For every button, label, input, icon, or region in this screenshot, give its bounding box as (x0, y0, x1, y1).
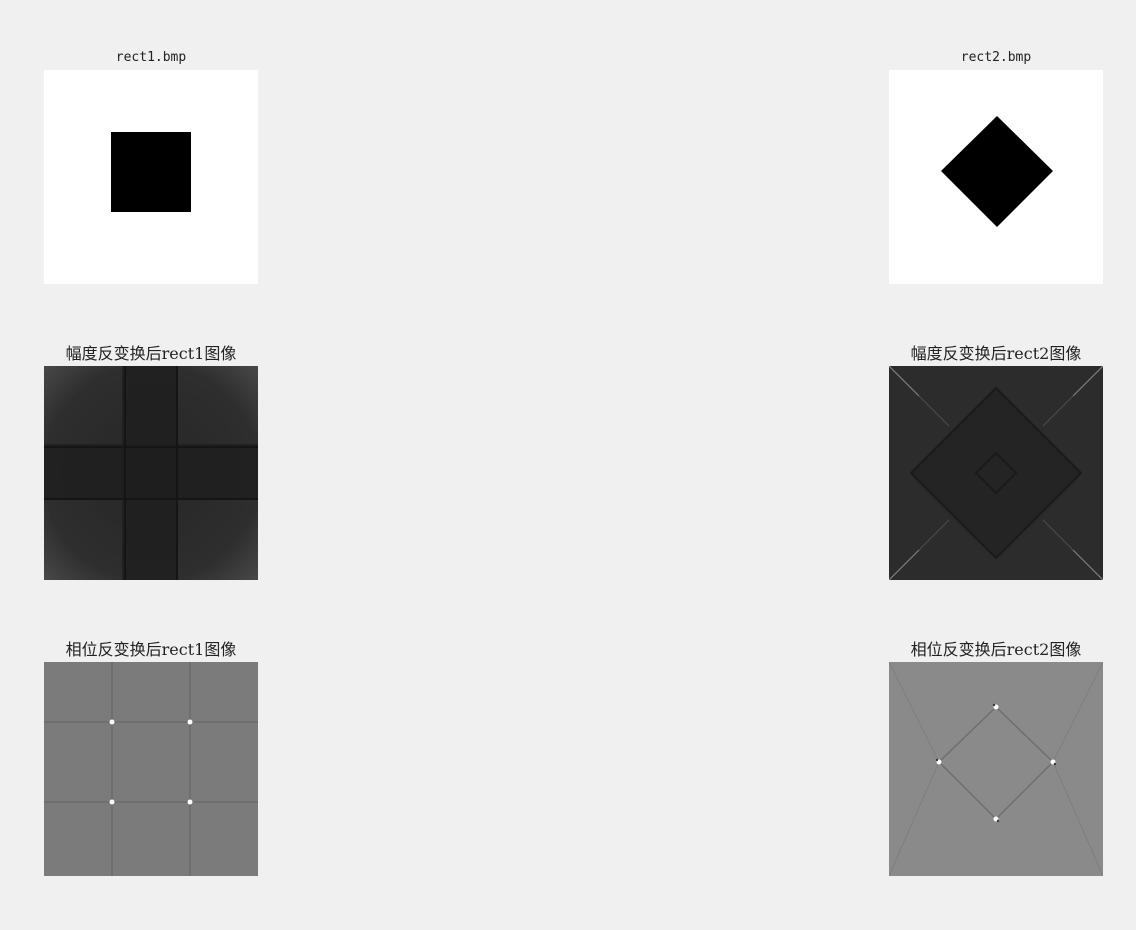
panel-title-rect1: rect1.bmp (115, 50, 187, 65)
panel-title-magnitude-rect1: 幅度反变换后rect1图像 (65, 344, 237, 363)
panel-title-phase-rect2: 相位反变换后rect2图像 (910, 640, 1082, 659)
image-magnitude-rect1 (44, 366, 258, 580)
image-rect2-source (889, 70, 1103, 284)
image-rect1-source (44, 70, 258, 284)
panel-title-rect2: rect2.bmp (960, 50, 1032, 65)
image-phase-rect2 (889, 662, 1103, 876)
figure-window: { "figure": { "background_color": "#f0f0… (0, 0, 1136, 930)
image-phase-rect1 (44, 662, 258, 876)
image-magnitude-rect2 (889, 366, 1103, 580)
panel-title-phase-rect1: 相位反变换后rect1图像 (65, 640, 237, 659)
panel-title-magnitude-rect2: 幅度反变换后rect2图像 (910, 344, 1082, 363)
